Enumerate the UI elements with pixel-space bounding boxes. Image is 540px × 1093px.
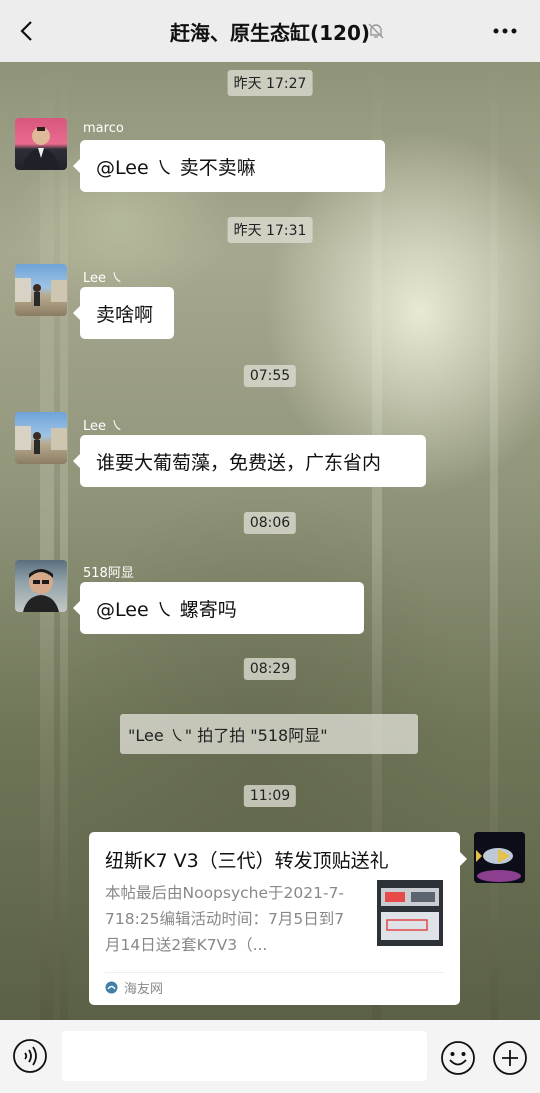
timestamp: 07:55 (243, 365, 297, 387)
emoji-icon[interactable] (440, 1040, 476, 1076)
avatar[interactable] (15, 118, 67, 170)
timestamp: 昨天 17:27 (227, 70, 313, 96)
chevron-left-icon[interactable] (14, 17, 42, 45)
plus-icon[interactable] (492, 1040, 528, 1076)
chat-header: 赶海、原生态缸(120) (0, 0, 540, 62)
avatar[interactable] (15, 264, 67, 316)
timestamp: 08:06 (243, 512, 297, 534)
card-description: 本帖最后由Noopsyche于2021-7-718:25编辑活动时间：7月5日到… (105, 884, 345, 954)
message-bubble[interactable]: @Lee ㇏ 螺寄吗 (73, 582, 364, 634)
avatar[interactable] (474, 832, 525, 883)
card-source-label: 海友网 (124, 982, 164, 997)
sender-name: Lee ㇏ (83, 271, 124, 286)
link-card[interactable]: 纽斯K7 V3（三代）转发顶贴送礼 本帖最后由Noopsyche于2021-7-… (89, 832, 467, 1005)
timestamp: 08:29 (243, 658, 297, 680)
chat-title: 赶海、原生态缸(120) (169, 20, 371, 45)
bell-off-icon (368, 23, 384, 39)
avatar[interactable] (15, 412, 67, 464)
avatar[interactable] (15, 560, 67, 612)
sender-name: marco (83, 121, 124, 136)
timestamp: 昨天 17:31 (227, 217, 313, 243)
message-input[interactable] (62, 1031, 427, 1081)
background-streak (40, 62, 54, 1020)
source-logo-icon (105, 981, 118, 994)
message-bubble[interactable]: @Lee ㇏ 卖不卖嘛 (73, 140, 385, 192)
card-thumbnail (377, 880, 443, 946)
card-title: 纽斯K7 V3（三代）转发顶贴送礼 (105, 850, 389, 872)
voice-icon[interactable] (12, 1038, 48, 1074)
card-source: 海友网 (105, 978, 163, 997)
timestamp: 11:09 (243, 785, 297, 807)
message-bubble[interactable]: 卖啥啊 (73, 287, 174, 339)
sender-name: Lee ㇏ (83, 419, 124, 434)
message-bubble[interactable]: 谁要大葡萄藻，免费送，广东省内 (73, 435, 426, 487)
pat-notice: "Lee ㇏" 拍了拍 "518阿显" (120, 714, 418, 754)
divider (105, 972, 444, 973)
sender-name: 518阿显 (83, 566, 134, 581)
background-streak (60, 62, 68, 1020)
more-icon[interactable] (490, 18, 520, 44)
